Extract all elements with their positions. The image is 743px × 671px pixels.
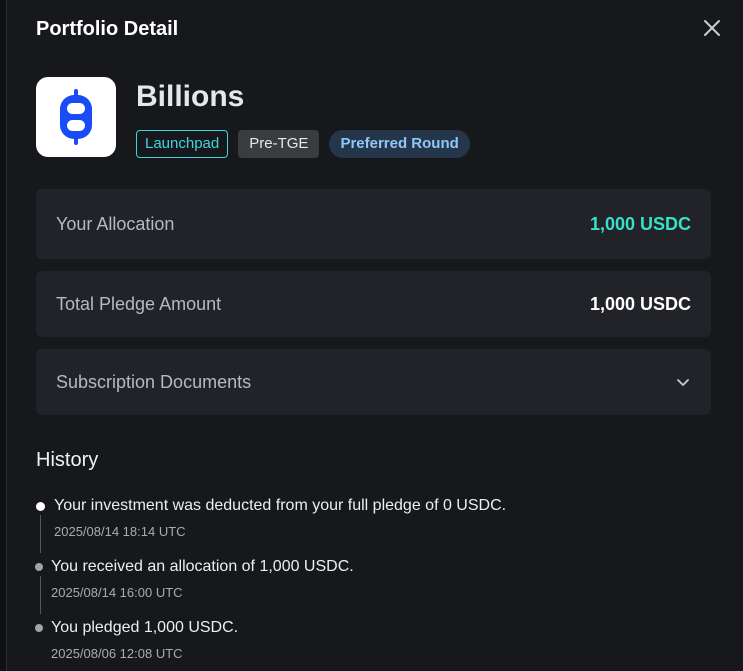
close-button[interactable] bbox=[700, 16, 724, 40]
stage-badge: Pre-TGE bbox=[238, 130, 320, 158]
pledge-value: 1,000 USDC bbox=[589, 293, 691, 314]
history-item-time: 2025/08/14 16:00 UTC bbox=[51, 585, 183, 600]
pledge-label: Total Pledge Amount bbox=[56, 293, 222, 314]
timeline-dot bbox=[35, 624, 43, 632]
chevron-down-icon bbox=[675, 374, 691, 390]
allocation-card: Your Allocation 1,000 USDC bbox=[36, 189, 711, 259]
project-logo bbox=[36, 77, 116, 157]
timeline-dot bbox=[35, 563, 43, 571]
history-item-text: You received an allocation of 1,000 USDC… bbox=[51, 558, 354, 575]
pledge-card: Total Pledge Amount 1,000 USDC bbox=[36, 271, 711, 337]
allocation-label: Your Allocation bbox=[56, 213, 175, 234]
history-title: History bbox=[36, 449, 99, 471]
timeline-connector bbox=[40, 576, 41, 614]
history-item-time: 2025/08/14 18:14 UTC bbox=[54, 524, 186, 539]
history-item-text: Your investment was deducted from your f… bbox=[54, 497, 507, 514]
history-item: You received an allocation of 1,000 USDC… bbox=[35, 556, 354, 614]
history-item: You pledged 1,000 USDC. 2025/08/06 12:08… bbox=[35, 617, 239, 662]
timeline-connector bbox=[40, 515, 41, 553]
round-badge: Preferred Round bbox=[329, 130, 470, 158]
timeline-dot-active bbox=[36, 502, 45, 511]
project-tags: Launchpad Pre-TGE Preferred Round bbox=[136, 130, 470, 158]
panel-left-edge bbox=[0, 0, 7, 671]
page-title: Portfolio Detail bbox=[36, 18, 179, 40]
history-item: Your investment was deducted from your f… bbox=[36, 495, 507, 553]
launchpad-badge: Launchpad bbox=[136, 130, 229, 158]
close-icon bbox=[704, 20, 720, 36]
history-item-time: 2025/08/06 12:08 UTC bbox=[51, 646, 183, 661]
portfolio-detail-panel: Portfolio Detail Billions Launchpad Pre-… bbox=[0, 0, 743, 671]
subscription-documents-toggle[interactable]: Subscription Documents bbox=[36, 349, 711, 415]
billions-logo-icon bbox=[60, 89, 92, 145]
history-item-text: You pledged 1,000 USDC. bbox=[51, 619, 239, 636]
documents-label: Subscription Documents bbox=[56, 371, 252, 392]
allocation-value: 1,000 USDC bbox=[589, 213, 691, 234]
project-name: Billions bbox=[136, 80, 245, 113]
